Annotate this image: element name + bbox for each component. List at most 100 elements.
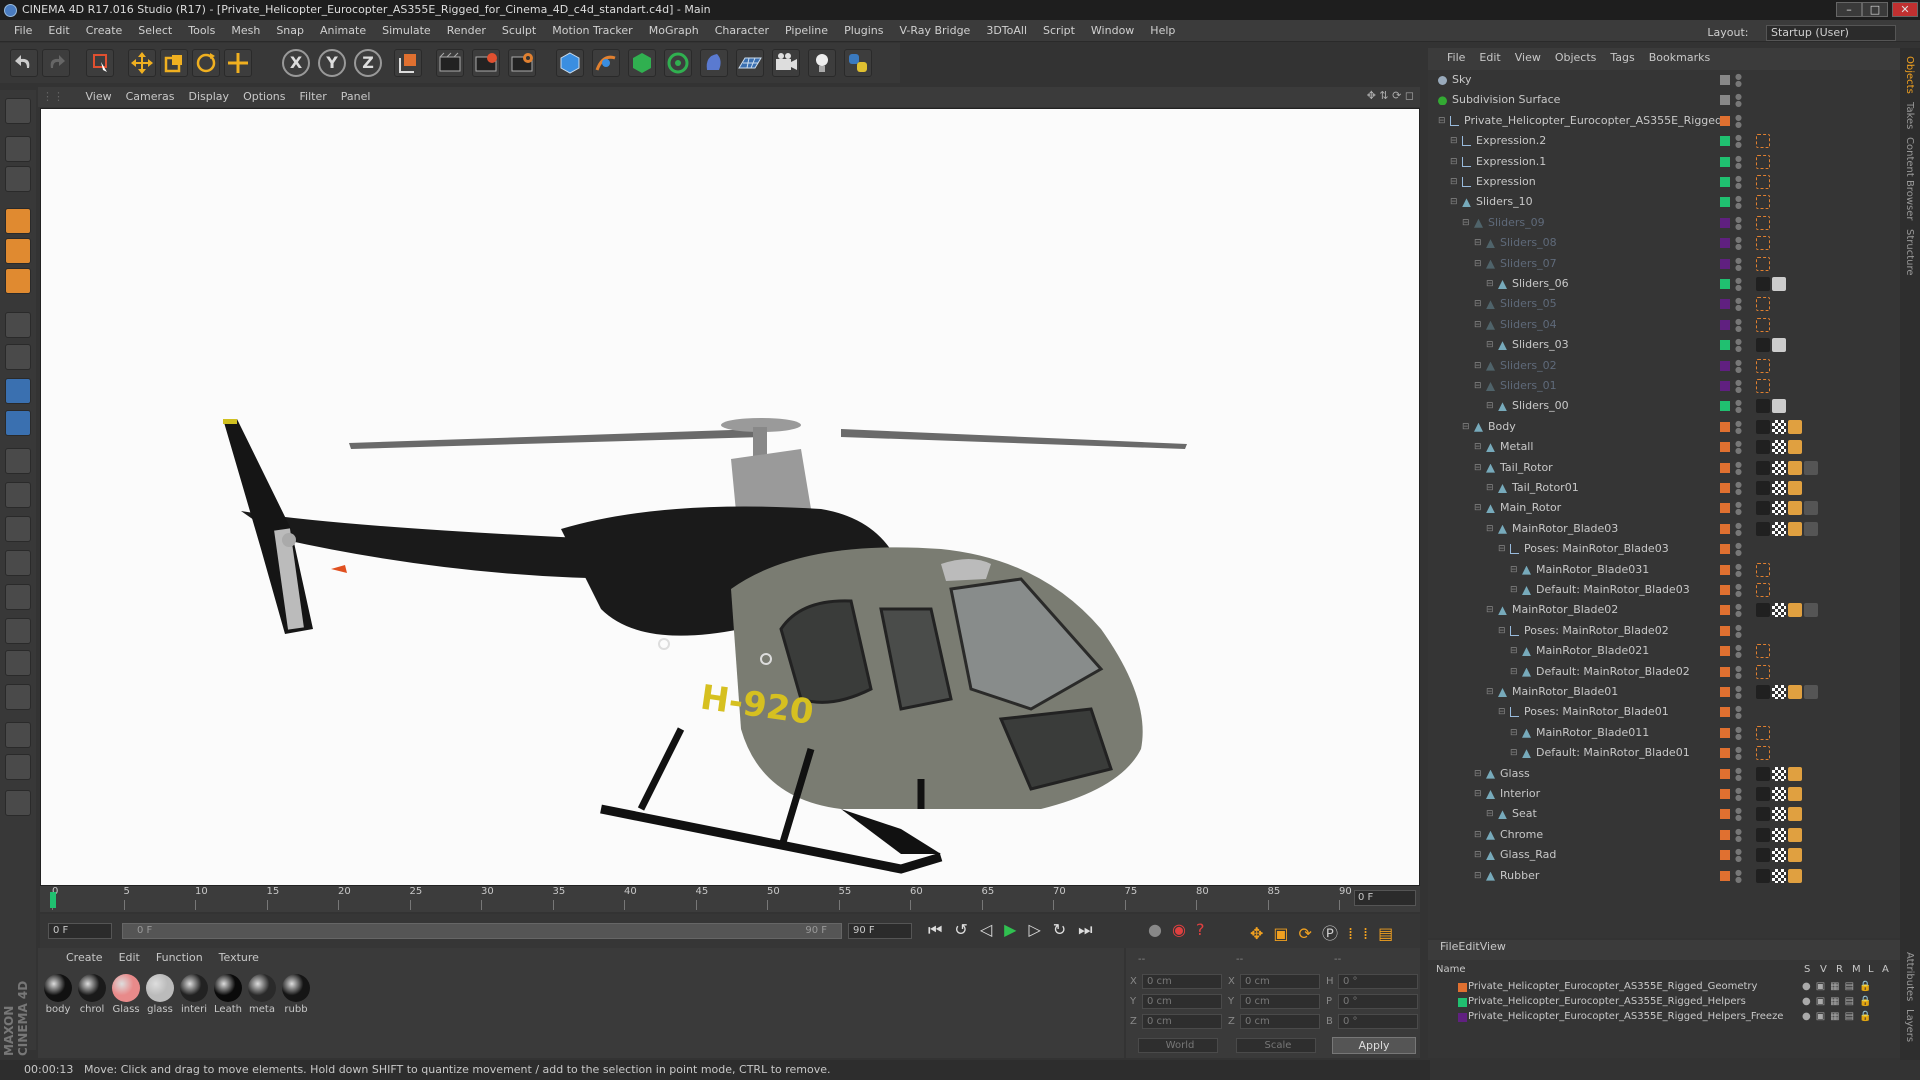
expression-tag-icon[interactable] — [1756, 379, 1770, 393]
tree-toggle-icon[interactable]: ⊟ — [1510, 641, 1518, 661]
knife-tool-icon[interactable] — [5, 650, 31, 676]
layer-color-swatch[interactable] — [1458, 983, 1467, 992]
object-row[interactable]: ⊟ Poses: MainRotor_Blade03 ● ● — [1428, 539, 1898, 559]
ik-tag-icon[interactable] — [1788, 827, 1802, 842]
tree-toggle-icon[interactable]: ⊟ — [1486, 335, 1494, 355]
visibility-dots-icon[interactable]: ● ● — [1735, 134, 1742, 149]
menu-item-1[interactable]: Edit — [40, 20, 77, 42]
visibility-dots-icon[interactable]: ● ● — [1735, 175, 1742, 190]
brush-tool-icon[interactable] — [5, 516, 31, 542]
object-row[interactable]: ⊟ Expression.2 ● ● — [1428, 131, 1898, 151]
tree-toggle-icon[interactable]: ⊟ — [1486, 682, 1494, 702]
cube-primitive-icon[interactable] — [556, 49, 584, 77]
rotate-tool-icon[interactable] — [192, 49, 220, 77]
current-frame-field[interactable]: 0 F — [1354, 890, 1416, 906]
object-row[interactable]: ⊟ Glass_Rad ● ● — [1428, 845, 1898, 865]
texture-tag-icon[interactable] — [1772, 399, 1786, 414]
tree-toggle-icon[interactable]: ⊟ — [1498, 621, 1506, 641]
viewport-menu-item-1[interactable]: Cameras — [119, 87, 182, 107]
layer-color-swatch[interactable] — [1720, 360, 1730, 371]
tree-toggle-icon[interactable]: ⊟ — [1474, 376, 1482, 396]
snap-icon[interactable] — [5, 378, 31, 404]
workplane-icon[interactable] — [5, 166, 31, 192]
layer-flags-icon[interactable]: ●▣▦▤🔒 — [1802, 1010, 1877, 1024]
layer-color-swatch[interactable] — [1720, 136, 1730, 147]
layer-color-swatch[interactable] — [1720, 503, 1730, 514]
layer-color-swatch[interactable] — [1720, 421, 1730, 432]
end-frame-field[interactable]: 90 F — [848, 923, 912, 939]
layer-color-swatch[interactable] — [1720, 75, 1730, 85]
coord-value-field[interactable]: 0 ° — [1338, 994, 1418, 1009]
playhead[interactable] — [50, 892, 56, 908]
coord-value-field[interactable]: 0 cm — [1240, 1014, 1320, 1029]
apply-button[interactable]: Apply — [1332, 1037, 1416, 1054]
tree-toggle-icon[interactable]: ⊟ — [1474, 437, 1482, 457]
axis-mode-icon[interactable] — [5, 312, 31, 338]
material-tag-icon[interactable] — [1756, 603, 1770, 618]
visibility-dots-icon[interactable]: ● ● — [1735, 787, 1742, 802]
layer-color-swatch[interactable] — [1720, 299, 1730, 310]
layer-color-swatch[interactable] — [1720, 564, 1730, 575]
visibility-dots-icon[interactable]: ● ● — [1735, 338, 1742, 353]
menu-item-20[interactable]: Help — [1142, 20, 1183, 42]
key-pla-icon[interactable]: ⁞⁞ — [1348, 924, 1378, 943]
layer-color-swatch[interactable] — [1720, 319, 1730, 330]
tree-toggle-icon[interactable]: ⊟ — [1486, 600, 1494, 620]
coord-value-field[interactable]: 0 cm — [1142, 974, 1222, 989]
layer-color-swatch[interactable] — [1720, 238, 1730, 249]
points-mode-icon[interactable] — [5, 208, 31, 234]
object-row[interactable]: ⊟ Tail_Rotor01 ● ● — [1428, 478, 1898, 498]
layer-row[interactable]: Private_Helicopter_Eurocopter_AS355E_Rig… — [1458, 980, 1888, 994]
visibility-dots-icon[interactable]: ● ● — [1735, 236, 1742, 251]
extrude-tool-icon[interactable] — [5, 684, 31, 710]
visibility-dots-icon[interactable]: ● ● — [1735, 583, 1742, 598]
object-menu-item-0[interactable]: File — [1440, 48, 1472, 68]
layer-color-swatch[interactable] — [1720, 646, 1730, 657]
layer-color-swatch[interactable] — [1458, 998, 1467, 1007]
object-row[interactable]: ⊟ Default: MainRotor_Blade02 ● ● — [1428, 662, 1898, 682]
visibility-dots-icon[interactable]: ● ● — [1735, 562, 1742, 577]
object-menu-item-1[interactable]: Edit — [1472, 48, 1507, 68]
key-scale-icon[interactable]: ▣ — [1273, 924, 1298, 943]
visibility-dots-icon[interactable]: ● ● — [1735, 256, 1742, 271]
coord-value-field[interactable]: 0 cm — [1142, 994, 1222, 1009]
texture-tag-icon[interactable] — [1772, 827, 1786, 842]
expression-tag-icon[interactable] — [1756, 195, 1770, 210]
render-view-icon[interactable] — [436, 49, 464, 77]
tree-toggle-icon[interactable]: ⊟ — [1510, 743, 1518, 763]
python-script-icon[interactable] — [5, 790, 31, 816]
material-swatch[interactable]: chrol — [76, 974, 108, 1015]
auto-key-icon[interactable]: ◉ — [1172, 920, 1196, 939]
menu-item-3[interactable]: Select — [130, 20, 180, 42]
tree-toggle-icon[interactable]: ⊟ — [1498, 702, 1506, 722]
expression-tag-icon[interactable] — [1756, 725, 1770, 740]
material-swatch[interactable]: body — [42, 974, 74, 1015]
visibility-dots-icon[interactable]: ● ● — [1735, 623, 1742, 638]
chess-icon[interactable] — [5, 722, 31, 748]
layer-color-swatch[interactable] — [1720, 462, 1730, 473]
tree-toggle-icon[interactable]: ⊟ — [1474, 254, 1482, 274]
menu-item-10[interactable]: Sculpt — [494, 20, 544, 42]
ik-tag-icon[interactable] — [1788, 419, 1802, 434]
visibility-dots-icon[interactable]: ● ● — [1735, 521, 1742, 536]
tree-toggle-icon[interactable]: ⊟ — [1438, 111, 1446, 131]
scale-tool-icon[interactable] — [160, 49, 188, 77]
layer-color-swatch[interactable] — [1720, 279, 1730, 289]
object-row[interactable]: ⊟ Poses: MainRotor_Blade01 ● ● — [1428, 702, 1898, 722]
menu-item-14[interactable]: Pipeline — [777, 20, 836, 42]
expression-tag-icon[interactable] — [1756, 175, 1770, 189]
model-mode-icon[interactable] — [5, 98, 31, 124]
material-swatch[interactable]: Leath — [212, 974, 244, 1015]
object-row[interactable]: ⊟ Main_Rotor ● ● — [1428, 498, 1898, 518]
grab-tool-icon[interactable] — [5, 618, 31, 644]
material-tag-icon[interactable] — [1756, 521, 1770, 536]
tree-toggle-icon[interactable]: ⊟ — [1462, 417, 1470, 437]
menu-item-17[interactable]: 3DToAll — [978, 20, 1035, 42]
maximize-button[interactable]: □ — [1862, 2, 1888, 17]
previous-key-icon[interactable]: ↺ — [954, 920, 979, 939]
visibility-dots-icon[interactable]: ● ● — [1735, 868, 1742, 883]
object-row[interactable]: ⊟ Sliders_07 ● ● — [1428, 254, 1898, 274]
expression-tag-icon[interactable] — [1756, 746, 1770, 761]
layer-color-swatch[interactable] — [1720, 544, 1730, 555]
record-icon[interactable]: ● — [1148, 920, 1172, 939]
